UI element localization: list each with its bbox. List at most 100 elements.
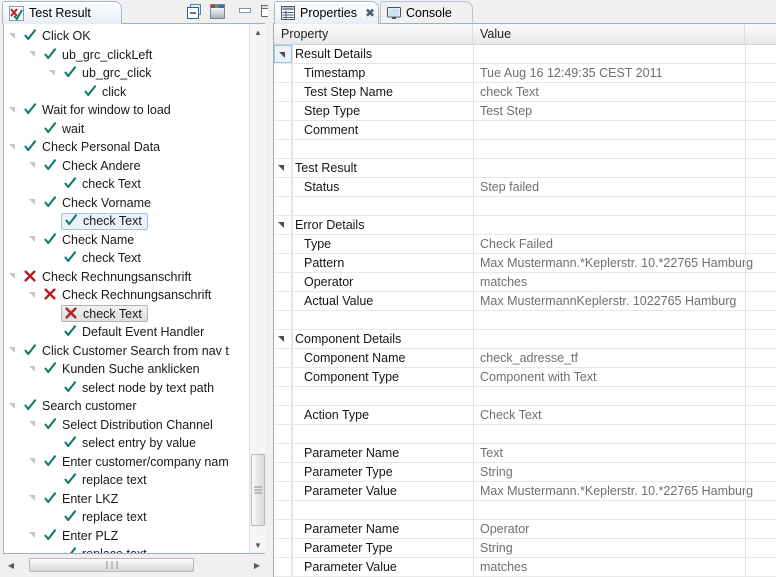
properties-row[interactable]: Component Details bbox=[274, 330, 776, 349]
tree-expand-arrow-icon[interactable] bbox=[28, 364, 39, 375]
column-separator-1[interactable] bbox=[292, 45, 293, 577]
properties-row[interactable]: Parameter Value matches bbox=[274, 558, 776, 577]
tree-item-content[interactable]: check Text bbox=[61, 176, 146, 193]
row-collapse-arrow-icon[interactable] bbox=[274, 45, 292, 63]
tree-item-content[interactable]: Click Customer Search from nav t bbox=[21, 342, 234, 359]
tree-item[interactable]: Check Andere bbox=[28, 157, 146, 175]
tree-item[interactable]: Check Rechnungsanschrift bbox=[8, 268, 196, 286]
tree-horizontal-scroll-thumb[interactable] bbox=[29, 558, 194, 572]
tree-item-content[interactable]: replace text bbox=[61, 509, 152, 526]
properties-row[interactable]: Component Name check_adresse_tf bbox=[274, 349, 776, 368]
tree-expand-arrow-icon[interactable] bbox=[28, 419, 39, 430]
tree-expand-arrow-icon[interactable] bbox=[28, 290, 39, 301]
properties-row[interactable] bbox=[274, 425, 776, 444]
properties-row[interactable]: Parameter Name Operator bbox=[274, 520, 776, 539]
tree-item-content[interactable]: check Text bbox=[61, 305, 148, 322]
minimize-icon[interactable] bbox=[236, 3, 253, 20]
tree-item[interactable]: wait bbox=[28, 120, 89, 138]
column-header-value[interactable]: Value bbox=[473, 24, 745, 44]
tree-item-content[interactable]: wait bbox=[41, 120, 89, 137]
properties-row[interactable]: Parameter Name Text bbox=[274, 444, 776, 463]
tree-expand-arrow-icon[interactable] bbox=[48, 68, 59, 79]
tree-expand-arrow-icon[interactable] bbox=[8, 105, 19, 116]
properties-row[interactable]: Comment bbox=[274, 121, 776, 140]
tree-expand-arrow-icon[interactable] bbox=[28, 49, 39, 60]
tree-scroll-down-arrow[interactable]: ▼ bbox=[250, 537, 266, 553]
tree-expand-arrow-icon[interactable] bbox=[28, 493, 39, 504]
tree-item[interactable]: Click OK bbox=[8, 27, 96, 45]
tree-item[interactable]: click bbox=[68, 83, 131, 101]
tree-expand-arrow-icon[interactable] bbox=[8, 142, 19, 153]
tree-item-content[interactable]: Check Andere bbox=[41, 157, 146, 174]
tree-item-content[interactable]: Enter LKZ bbox=[41, 490, 123, 507]
tree-scroll-left-arrow[interactable]: ◀ bbox=[3, 557, 19, 573]
tree-item-content[interactable]: Check Name bbox=[41, 231, 139, 248]
properties-row[interactable] bbox=[274, 311, 776, 330]
tree-item-content[interactable]: Enter PLZ bbox=[41, 527, 123, 544]
tree-item[interactable]: Click Customer Search from nav t bbox=[8, 342, 234, 360]
tree-expand-arrow-icon[interactable] bbox=[28, 197, 39, 208]
properties-row[interactable]: Step Type Test Step bbox=[274, 102, 776, 121]
tree-expand-arrow-icon[interactable] bbox=[28, 234, 39, 245]
properties-row[interactable] bbox=[274, 501, 776, 520]
tree-item-content[interactable]: ub_grc_click bbox=[61, 65, 156, 82]
column-header-extra[interactable] bbox=[745, 24, 776, 44]
properties-row[interactable]: Parameter Type String bbox=[274, 463, 776, 482]
test-result-tree[interactable]: Click OK ub_grc_clickLeft ub_grc_click clic… bbox=[4, 24, 264, 553]
properties-row[interactable]: Type Check Failed bbox=[274, 235, 776, 254]
tree-item-content[interactable]: check Text bbox=[61, 212, 148, 230]
tree-item[interactable]: Check Rechnungsanschrift bbox=[28, 286, 216, 304]
tree-item-content[interactable]: Wait for window to load bbox=[21, 102, 176, 119]
tree-item[interactable]: check Text bbox=[48, 175, 146, 193]
tree-item-content[interactable]: Search customer bbox=[21, 398, 141, 415]
tree-item[interactable]: check Text bbox=[48, 305, 148, 323]
properties-row[interactable] bbox=[274, 140, 776, 159]
tree-expand-arrow-icon[interactable] bbox=[8, 271, 19, 282]
tree-item-content[interactable]: Click OK bbox=[21, 28, 96, 45]
tree-item-content[interactable]: Enter customer/company nam bbox=[41, 453, 234, 470]
tree-item-content[interactable]: Select Distribution Channel bbox=[41, 416, 218, 433]
properties-row[interactable]: Timestamp Tue Aug 16 12:49:35 CEST 2011 bbox=[274, 64, 776, 83]
tree-vertical-scrollbar[interactable]: ▲ ▼ bbox=[249, 24, 265, 553]
tree-expand-arrow-icon[interactable] bbox=[8, 345, 19, 356]
tree-item[interactable]: Default Event Handler bbox=[48, 323, 209, 341]
tree-item-content[interactable]: Default Event Handler bbox=[61, 324, 209, 341]
properties-row[interactable]: Test Result bbox=[274, 159, 776, 178]
tree-item-content[interactable]: Check Rechnungsanschrift bbox=[41, 287, 216, 304]
tree-item[interactable]: select entry by value bbox=[48, 434, 201, 452]
column-separator-3[interactable] bbox=[745, 45, 746, 577]
tree-item[interactable]: Enter customer/company nam bbox=[28, 453, 234, 471]
properties-table[interactable]: Property Value Result Details Timestamp Tu… bbox=[274, 24, 776, 577]
properties-row[interactable]: Test Step Name check Text bbox=[274, 83, 776, 102]
tree-expand-arrow-icon[interactable] bbox=[8, 31, 19, 42]
tree-item-content[interactable]: Check Rechnungsanschrift bbox=[21, 268, 196, 285]
tree-item[interactable]: Check Vorname bbox=[28, 194, 156, 212]
tree-item-content[interactable]: select node by text path bbox=[61, 379, 219, 396]
properties-row[interactable]: Parameter Value Max Mustermann.*Keplerstr… bbox=[274, 482, 776, 501]
tab-properties-close-icon[interactable]: ✖ bbox=[365, 7, 375, 19]
tree-item[interactable]: Check Name bbox=[28, 231, 139, 249]
tree-horizontal-scrollbar[interactable]: ◀ ▶ bbox=[3, 557, 265, 573]
properties-row[interactable]: Result Details bbox=[274, 45, 776, 64]
properties-row[interactable] bbox=[274, 197, 776, 216]
tree-expand-arrow-icon[interactable] bbox=[28, 160, 39, 171]
tree-expand-arrow-icon[interactable] bbox=[28, 456, 39, 467]
properties-row[interactable]: Action Type Check Text bbox=[274, 406, 776, 425]
row-collapse-arrow-icon[interactable] bbox=[274, 159, 292, 177]
tree-item-content[interactable]: click bbox=[81, 83, 131, 100]
properties-row[interactable]: Error Details bbox=[274, 216, 776, 235]
tree-item[interactable]: replace text bbox=[48, 508, 152, 526]
tree-item-content[interactable]: replace text bbox=[61, 472, 152, 489]
tree-item-content[interactable]: Check Personal Data bbox=[21, 139, 165, 156]
column-separator-2[interactable] bbox=[473, 45, 474, 577]
tab-console[interactable]: Console bbox=[380, 1, 473, 24]
tree-item-content[interactable]: ub_grc_clickLeft bbox=[41, 46, 157, 63]
properties-row[interactable]: Component Type Component with Text bbox=[274, 368, 776, 387]
row-collapse-arrow-icon[interactable] bbox=[274, 216, 292, 234]
tree-expand-arrow-icon[interactable] bbox=[8, 401, 19, 412]
tree-item-content[interactable]: select entry by value bbox=[61, 435, 201, 452]
properties-row[interactable]: Status Step failed bbox=[274, 178, 776, 197]
tree-item[interactable]: select node by text path bbox=[48, 379, 219, 397]
tree-item[interactable]: ub_grc_clickLeft bbox=[28, 46, 157, 64]
tree-item-content[interactable]: check Text bbox=[61, 250, 146, 267]
